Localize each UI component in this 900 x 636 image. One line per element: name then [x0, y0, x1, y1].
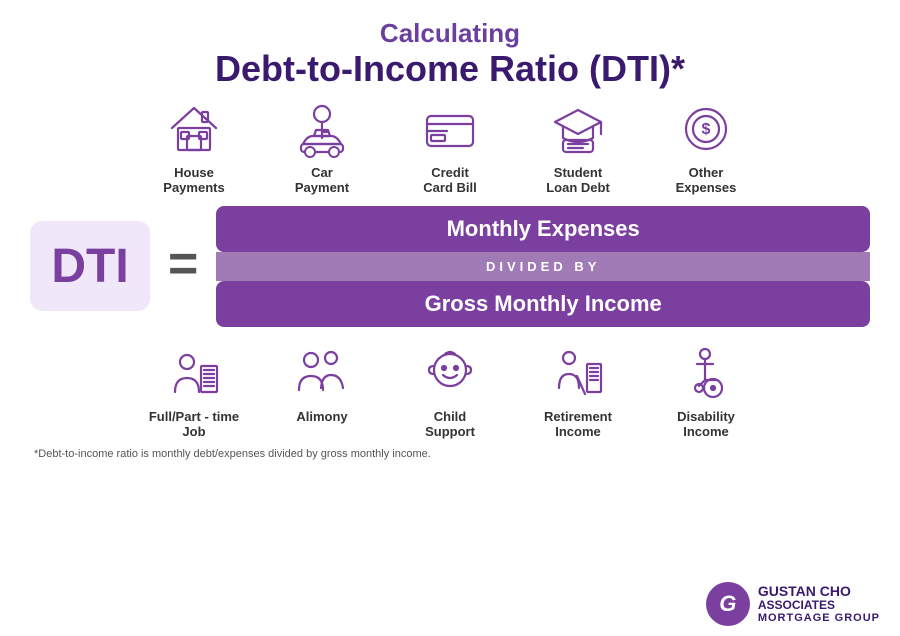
icon-car-payment: CarPayment	[267, 99, 377, 196]
title-line2: Debt-to-Income Ratio (DTI)*	[215, 49, 685, 89]
child-support-label: ChildSupport	[425, 409, 475, 440]
icon-credit-card: CreditCard Bill	[395, 99, 505, 196]
credit-card-icon	[420, 99, 480, 159]
job-label: Full/Part - timeJob	[149, 409, 239, 440]
svg-text:$: $	[702, 121, 711, 138]
other-expenses-icon: $	[676, 99, 736, 159]
title-line1: Calculating	[215, 18, 685, 49]
disability-label: DisabilityIncome	[677, 409, 735, 440]
icon-disability: DisabilityIncome	[651, 343, 761, 440]
retirement-icon	[548, 343, 608, 403]
footer-note: *Debt-to-income ratio is monthly debt/ex…	[30, 448, 870, 460]
alimony-icon	[292, 343, 352, 403]
house-icon	[164, 99, 224, 159]
logo-text: GUSTAN CHO ASSOCIATES MORTGAGE GROUP	[758, 584, 880, 625]
logo-icon: G	[706, 582, 750, 626]
car-payment-label: CarPayment	[295, 165, 349, 196]
icon-alimony: Alimony	[267, 343, 377, 425]
job-icon	[164, 343, 224, 403]
icon-job: Full/Part - timeJob	[139, 343, 249, 440]
logo-line1: GUSTAN CHO	[758, 584, 880, 599]
other-expenses-label: OtherExpenses	[676, 165, 737, 196]
bottom-icons-row: Full/Part - timeJob Alimony	[139, 343, 761, 440]
credit-card-label: CreditCard Bill	[423, 165, 476, 196]
divider-bar: DIVIDED BY	[216, 252, 870, 281]
logo: G GUSTAN CHO ASSOCIATES MORTGAGE GROUP	[706, 582, 880, 626]
dti-box: DTI	[30, 221, 150, 311]
student-loan-label: StudentLoan Debt	[546, 165, 610, 196]
numerator-label: Monthly Expenses	[447, 216, 640, 241]
denominator-label: Gross Monthly Income	[425, 291, 662, 316]
icon-retirement: RetirementIncome	[523, 343, 633, 440]
denominator-bar: Gross Monthly Income	[216, 281, 870, 327]
icon-child-support: ChildSupport	[395, 343, 505, 440]
house-payments-label: HousePayments	[163, 165, 224, 196]
car-icon	[292, 99, 352, 159]
formula-section: DTI = Monthly Expenses DIVIDED BY Gross …	[30, 206, 870, 327]
child-support-icon	[420, 343, 480, 403]
icon-other-expenses: $ OtherExpenses	[651, 99, 761, 196]
icon-student-loan: StudentLoan Debt	[523, 99, 633, 196]
title-section: Calculating Debt-to-Income Ratio (DTI)*	[215, 18, 685, 89]
alimony-label: Alimony	[296, 409, 347, 425]
dti-label: DTI	[51, 239, 128, 294]
equals-sign: =	[168, 234, 198, 294]
student-loan-icon	[548, 99, 608, 159]
icon-house-payments: HousePayments	[139, 99, 249, 196]
numerator-bar: Monthly Expenses	[216, 206, 870, 252]
logo-line3: MORTGAGE GROUP	[758, 612, 880, 624]
logo-line2: ASSOCIATES	[758, 599, 880, 612]
fraction-box: Monthly Expenses DIVIDED BY Gross Monthl…	[216, 206, 870, 327]
top-icons-row: HousePayments	[139, 99, 761, 196]
disability-icon	[676, 343, 736, 403]
retirement-label: RetirementIncome	[544, 409, 612, 440]
page: Calculating Debt-to-Income Ratio (DTI)*	[0, 0, 900, 636]
